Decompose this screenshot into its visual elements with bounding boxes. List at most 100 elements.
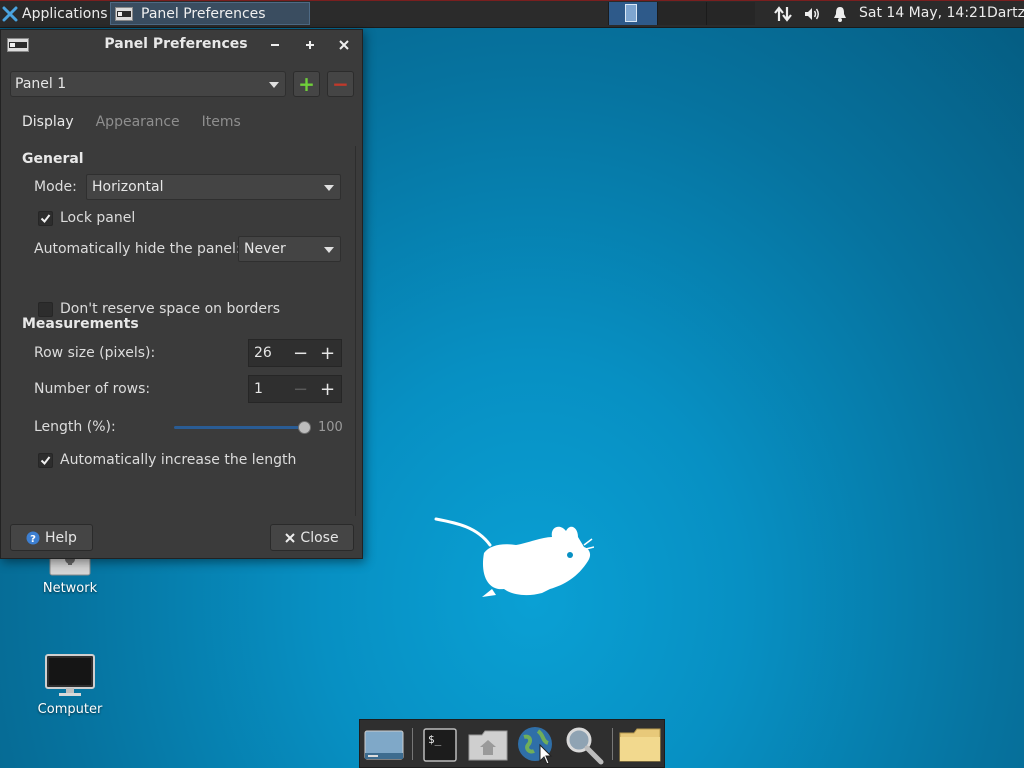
chevron-down-icon (324, 185, 334, 191)
xfce-mouse-logo (432, 515, 594, 601)
reserve-space-checkbox[interactable]: Don't reserve space on borders (38, 301, 280, 317)
autohide-dropdown[interactable]: Never (238, 236, 341, 262)
autohide-value: Never (244, 241, 286, 257)
home-folder-icon (468, 729, 508, 761)
dock-web-browser[interactable] (514, 723, 558, 767)
taskbar-panel-preferences[interactable]: Panel Preferences (110, 2, 310, 25)
checkbox-unchecked-icon (38, 301, 53, 317)
applications-menu-button[interactable]: Applications (2, 3, 108, 24)
panel-preferences-icon (115, 6, 133, 21)
terminal-icon: $_ (423, 728, 457, 762)
web-browser-icon (516, 725, 556, 765)
general-heading: General (22, 151, 84, 167)
help-label: Help (45, 529, 77, 546)
help-button[interactable]: ? Help (10, 524, 93, 551)
dock-search[interactable] (562, 723, 606, 767)
xfce-mouse-icon (2, 6, 18, 22)
plus-icon: + (298, 72, 315, 96)
dialog-title: Panel Preferences (104, 36, 248, 52)
minimize-button[interactable] (266, 36, 284, 54)
desktop-icon-label: Computer (37, 702, 103, 717)
lock-panel-checkbox[interactable]: Lock panel (38, 210, 135, 226)
length-slider-knob[interactable] (298, 421, 311, 434)
top-panel: Applications Panel Preferences Sat 14 Ma… (0, 0, 1024, 28)
row-size-decrement-button[interactable]: − (287, 340, 314, 366)
notification-bell-icon[interactable] (833, 6, 847, 22)
checkbox-checked-icon (38, 210, 53, 226)
tab-display[interactable]: Display (11, 110, 85, 136)
network-icon[interactable] (774, 5, 792, 22)
lock-panel-label: Lock panel (60, 210, 136, 226)
show-desktop-icon (364, 729, 404, 761)
desktop-icon-label: Network (42, 581, 98, 596)
measurements-heading: Measurements (22, 316, 139, 332)
panel-preferences-dialog: Panel Preferences Panel 1 + − Display Ap… (0, 29, 363, 559)
dialog-titlebar[interactable]: Panel Preferences (1, 30, 362, 60)
applications-label: Applications (22, 5, 108, 22)
computer-monitor-icon (45, 654, 95, 698)
workspace-switcher[interactable] (608, 2, 755, 25)
close-icon (285, 532, 296, 543)
maximize-button[interactable] (301, 36, 319, 54)
auto-length-label: Automatically increase the length (60, 452, 297, 468)
rows-value[interactable]: 1 (249, 381, 287, 397)
autohide-label: Automatically hide the panel: (34, 241, 241, 257)
chevron-down-icon (324, 247, 334, 253)
auto-length-checkbox[interactable]: Automatically increase the length (38, 452, 296, 468)
help-icon: ? (26, 531, 40, 545)
user-name[interactable]: Dartz (987, 3, 1024, 24)
rows-label: Number of rows: (34, 381, 151, 397)
system-tray (774, 3, 847, 24)
rows-increment-button[interactable]: + (314, 376, 341, 402)
row-size-spinner[interactable]: 26 − + (248, 339, 342, 367)
panel-accent-line (0, 0, 1024, 1)
remove-panel-button[interactable]: − (327, 71, 354, 97)
length-label: Length (%): (34, 419, 116, 435)
tab-appearance[interactable]: Appearance (85, 110, 191, 136)
workspace-window-thumb (625, 4, 637, 22)
workspace-3[interactable] (706, 2, 755, 25)
row-size-increment-button[interactable]: + (314, 340, 341, 366)
row-size-label: Row size (pixels): (34, 345, 156, 361)
mode-label: Mode: (34, 179, 77, 195)
rows-spinner[interactable]: 1 − + (248, 375, 342, 403)
rows-decrement-button[interactable]: − (287, 376, 314, 402)
desktop-icon-network[interactable]: Network (30, 553, 110, 596)
workspace-1[interactable] (608, 2, 657, 25)
desktop-icon-computer[interactable]: Computer (30, 654, 110, 717)
tab-items[interactable]: Items (191, 110, 252, 136)
svg-text:$_: $_ (428, 733, 442, 746)
row-size-value[interactable]: 26 (249, 345, 287, 361)
clock[interactable]: Sat 14 May, 14:21 (859, 3, 987, 24)
panel-select-dropdown[interactable]: Panel 1 (10, 71, 286, 97)
minus-icon: − (332, 72, 349, 96)
checkbox-checked-icon (38, 452, 53, 468)
panel-select-value: Panel 1 (15, 76, 67, 92)
dock-separator (612, 728, 613, 760)
folder-icon (619, 728, 661, 762)
dock-home-folder[interactable] (466, 723, 510, 767)
minimize-icon (271, 44, 279, 46)
volume-icon[interactable] (804, 6, 821, 22)
close-label: Close (300, 529, 339, 546)
length-slider-track (174, 426, 304, 429)
taskbar-label: Panel Preferences (141, 5, 266, 22)
chevron-down-icon (269, 82, 279, 88)
search-icon (564, 725, 604, 765)
mode-value: Horizontal (92, 179, 164, 195)
dock-separator (412, 728, 413, 760)
reserve-space-label: Don't reserve space on borders (60, 301, 281, 317)
maximize-icon (306, 41, 314, 49)
close-icon (339, 40, 349, 50)
length-slider[interactable] (174, 421, 314, 435)
close-window-button[interactable] (335, 36, 353, 54)
mode-dropdown[interactable]: Horizontal (86, 174, 341, 200)
add-panel-button[interactable]: + (293, 71, 320, 97)
dock-folder[interactable] (618, 723, 662, 767)
dock-terminal[interactable]: $_ (418, 723, 462, 767)
bottom-dock: $_ (359, 719, 665, 768)
tab-bar: Display Appearance Items (11, 110, 252, 136)
dock-show-desktop[interactable] (362, 723, 406, 767)
workspace-2[interactable] (657, 2, 706, 25)
close-button[interactable]: Close (270, 524, 354, 551)
